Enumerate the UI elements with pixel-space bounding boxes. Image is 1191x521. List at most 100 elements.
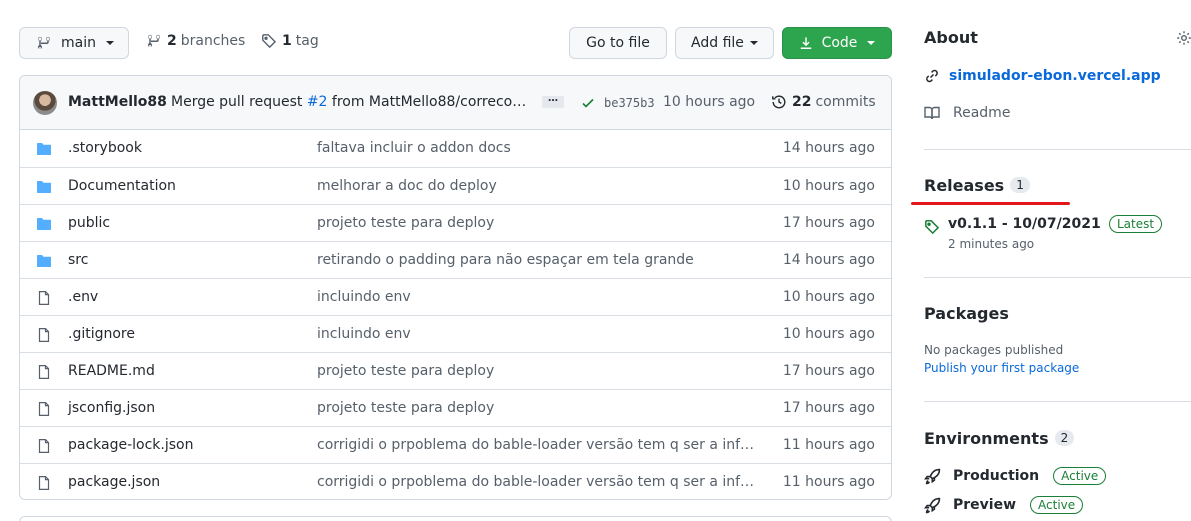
check-icon[interactable] xyxy=(580,95,596,111)
tags-count: 1 xyxy=(282,33,292,49)
chevron-down-icon xyxy=(867,41,876,45)
commits-link[interactable]: 22 commits xyxy=(771,94,876,110)
file-row[interactable]: package.json corrigidi o prpoblema do bab… xyxy=(20,463,891,499)
file-time: 17 hours ago xyxy=(782,400,875,416)
branch-selector[interactable]: main xyxy=(19,27,129,59)
file-name[interactable]: jsconfig.json xyxy=(68,400,155,416)
file-commit-message[interactable]: projeto teste para deploy xyxy=(317,363,757,379)
file-time: 14 hours ago xyxy=(782,252,875,268)
file-name[interactable]: .storybook xyxy=(68,140,142,156)
commit-message-prefix: Merge pull request xyxy=(171,94,307,110)
file-name[interactable]: README.md xyxy=(68,363,155,379)
releases-heading[interactable]: Releases 1 xyxy=(924,176,1030,195)
file-name[interactable]: package-lock.json xyxy=(68,437,194,453)
tags-label: tag xyxy=(295,33,319,49)
commit-author[interactable]: MattMello88 xyxy=(68,94,167,110)
file-commit-message[interactable]: retirando o padding para não espaçar em … xyxy=(317,252,757,268)
commit-message[interactable]: Merge pull request #2 from MattMello88/c… xyxy=(171,94,531,110)
readme-link[interactable]: Readme xyxy=(924,105,1010,121)
file-icon xyxy=(36,475,52,495)
gear-icon[interactable] xyxy=(1176,30,1191,46)
environment-production[interactable]: Production Active xyxy=(924,467,1107,485)
chevron-down-icon xyxy=(749,41,758,45)
file-commit-message[interactable]: melhorar a doc do deploy xyxy=(317,178,757,194)
website-url: simulador-ebon.vercel.app xyxy=(949,68,1161,84)
branches-link[interactable]: 2 branches xyxy=(146,33,245,49)
branch-icon xyxy=(37,36,50,50)
branch-icon xyxy=(148,34,160,48)
code-label: Code xyxy=(821,35,858,51)
folder-icon xyxy=(36,216,52,236)
file-name[interactable]: .gitignore xyxy=(68,326,135,342)
environments-heading[interactable]: Environments 2 xyxy=(924,429,1075,448)
file-icon xyxy=(36,290,52,310)
file-commit-message[interactable]: faltava incluir o addon docs xyxy=(317,140,757,156)
file-commit-message[interactable]: corrigidi o prpoblema do bable-loader ve… xyxy=(317,437,757,453)
file-icon xyxy=(36,364,52,384)
file-row[interactable]: package-lock.json corrigidi o prpoblema d… xyxy=(20,426,891,463)
divider xyxy=(924,401,1191,402)
link-icon xyxy=(926,69,938,83)
go-to-file-button[interactable]: Go to file xyxy=(569,27,667,59)
file-name[interactable]: public xyxy=(68,215,110,231)
environment-preview[interactable]: Preview Active xyxy=(924,496,1084,514)
environment-status-badge: Active xyxy=(1030,496,1084,514)
website-link[interactable]: simulador-ebon.vercel.app xyxy=(924,68,1161,84)
file-row[interactable]: .env incluindo env 10 hours ago xyxy=(20,278,891,315)
file-row[interactable]: .storybook faltava incluir o addon docs 14… xyxy=(20,130,891,167)
file-time: 11 hours ago xyxy=(782,474,875,490)
tag-icon xyxy=(925,220,940,235)
file-time: 10 hours ago xyxy=(782,326,875,342)
file-time: 17 hours ago xyxy=(782,215,875,231)
file-row[interactable]: src retirando o padding para não espaçar … xyxy=(20,241,891,278)
code-button[interactable]: Code xyxy=(782,27,892,59)
file-list: .storybook faltava incluir o addon docs 14… xyxy=(20,130,891,499)
commit-time: 10 hours ago xyxy=(663,94,756,110)
file-commit-message[interactable]: incluindo env xyxy=(317,326,757,342)
file-row[interactable]: README.md projeto teste para deploy 17 hou… xyxy=(20,352,891,389)
releases-counter: 1 xyxy=(1010,177,1030,193)
chevron-down-icon xyxy=(105,41,114,45)
file-name[interactable]: package.json xyxy=(68,474,160,490)
file-commit-message[interactable]: projeto teste para deploy xyxy=(317,215,757,231)
divider xyxy=(924,277,1191,278)
file-time: 14 hours ago xyxy=(782,140,875,156)
file-time: 10 hours ago xyxy=(782,289,875,305)
file-row[interactable]: .gitignore incluindo env 10 hours ago xyxy=(20,315,891,352)
publish-package-link[interactable]: Publish your first package xyxy=(924,361,1079,375)
expand-commit-button[interactable]: … xyxy=(542,94,564,108)
annotation-underline xyxy=(911,202,1070,205)
folder-icon xyxy=(36,179,52,199)
file-icon xyxy=(36,327,52,347)
file-commit-message[interactable]: corrigidi o prpoblema do bable-loader ve… xyxy=(317,474,757,490)
rocket-icon xyxy=(924,468,941,484)
branch-name: main xyxy=(61,35,96,51)
packages-heading[interactable]: Packages xyxy=(924,304,1009,323)
commit-sha[interactable]: be375b3 xyxy=(604,96,655,110)
environment-status-badge: Active xyxy=(1053,467,1107,485)
readme-box xyxy=(19,516,892,521)
history-icon xyxy=(772,95,786,109)
avatar[interactable] xyxy=(33,91,57,115)
file-row[interactable]: Documentation melhorar a doc do deploy 10 … xyxy=(20,167,891,204)
rocket-icon xyxy=(924,497,941,513)
release-name[interactable]: v0.1.1 - 10/07/2021 xyxy=(948,216,1101,232)
about-heading: About xyxy=(924,28,978,47)
file-row[interactable]: public projeto teste para deploy 17 hours … xyxy=(20,204,891,241)
latest-commit-bar: MattMello88 Merge pull request #2 from M… xyxy=(20,76,891,130)
file-icon xyxy=(36,401,52,421)
download-icon xyxy=(800,37,811,49)
file-name[interactable]: Documentation xyxy=(68,178,176,194)
environments-counter: 2 xyxy=(1054,430,1075,446)
file-name[interactable]: src xyxy=(68,252,88,268)
file-commit-message[interactable]: incluindo env xyxy=(317,289,757,305)
file-time: 17 hours ago xyxy=(782,363,875,379)
latest-badge: Latest xyxy=(1109,215,1163,233)
add-file-button[interactable]: Add file xyxy=(675,27,774,59)
file-name[interactable]: .env xyxy=(68,289,98,305)
file-row[interactable]: jsconfig.json projeto teste para deploy 17… xyxy=(20,389,891,426)
pull-request-link[interactable]: #2 xyxy=(307,94,328,110)
releases-title: Releases xyxy=(924,176,1005,195)
file-commit-message[interactable]: projeto teste para deploy xyxy=(317,400,757,416)
tags-link[interactable]: 1 tag xyxy=(261,33,319,49)
